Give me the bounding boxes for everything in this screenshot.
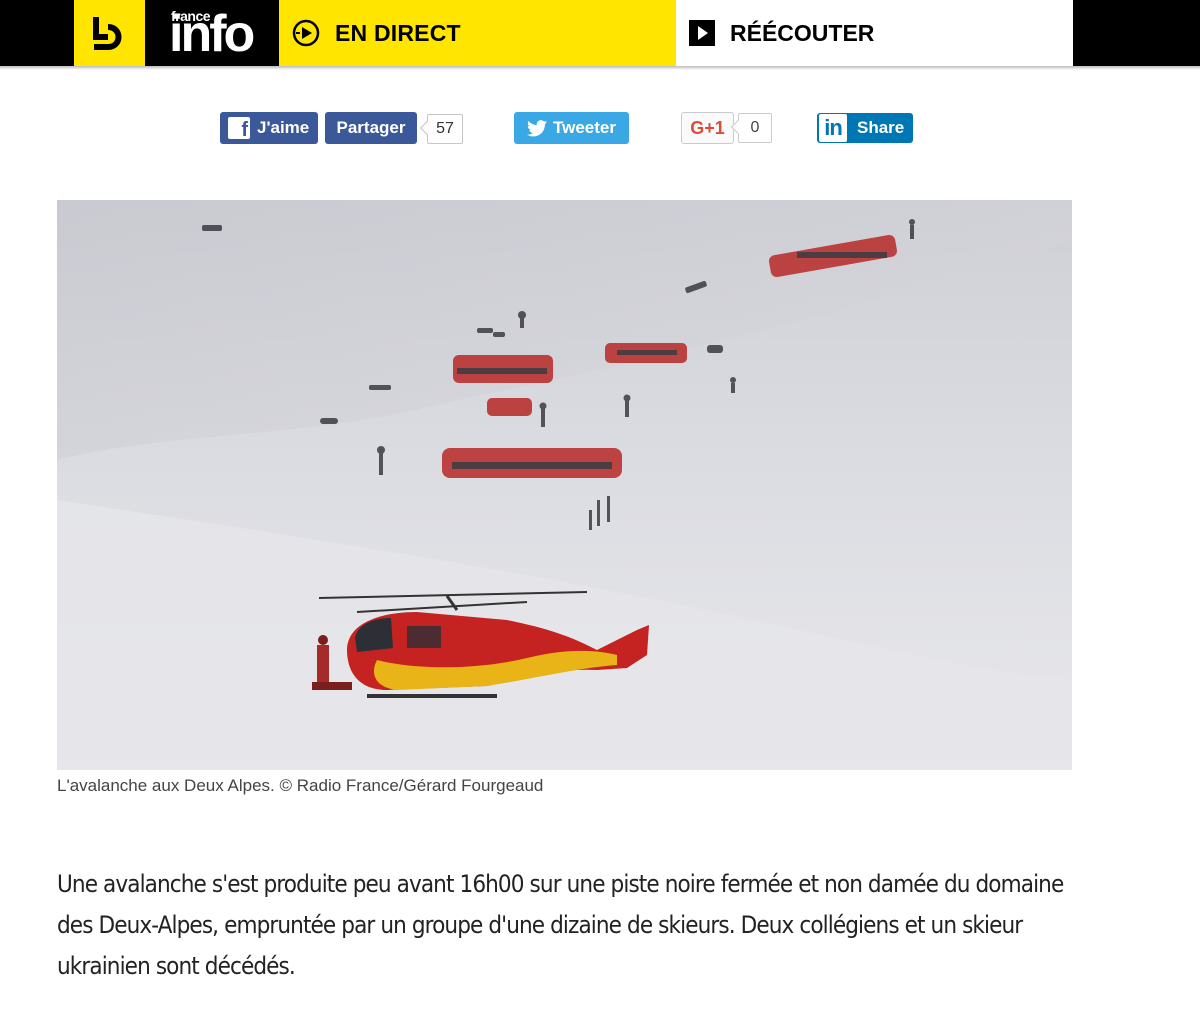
linkedin-icon: in [819,114,847,142]
avalanche-photo [57,200,1072,770]
avalanche-photo-illustration [57,200,1072,770]
replay-button[interactable]: RÉÉCOUTER [676,0,1073,66]
linkedin-share-button[interactable]: in Share [817,113,913,143]
tweet-label: Tweeter [553,118,616,137]
play-icon [689,20,715,46]
article-paragraph: Une avalanche s'est produite peu avant 1… [57,870,1064,980]
live-label: EN DIRECT [335,19,461,46]
facebook-like-label: J'aime [257,118,310,137]
facebook-share-count: 57 [427,114,463,144]
facebook-share-button[interactable]: Partager [325,112,417,144]
social-share-bar: f J'aime Partager 57 Tweeter G+1 0 in Sh… [0,112,1200,144]
top-navigation-bar: france info EN DIRECT RÉÉCOUTER [0,0,1200,66]
france-info-logo[interactable]: france info [145,0,279,66]
facebook-icon: f [228,117,250,140]
franceinfo-symbol-icon [92,17,121,50]
google-plus-count: 0 [738,113,772,143]
replay-label: RÉÉCOUTER [730,19,875,46]
tweet-button[interactable]: Tweeter [514,112,629,144]
facebook-like-button[interactable]: f J'aime [220,112,318,144]
live-play-icon [292,19,320,47]
photo-caption: L'avalanche aux Deux Alpes. © Radio Fran… [57,776,544,795]
linkedin-share-label: Share [857,118,905,137]
france-info-logo-mark[interactable] [74,0,145,66]
google-plus-button[interactable]: G+1 [681,112,734,144]
twitter-bird-icon [527,119,547,136]
live-button[interactable]: EN DIRECT [279,0,676,66]
logo-big-text: info [169,5,255,63]
header-shadow [0,66,1200,70]
